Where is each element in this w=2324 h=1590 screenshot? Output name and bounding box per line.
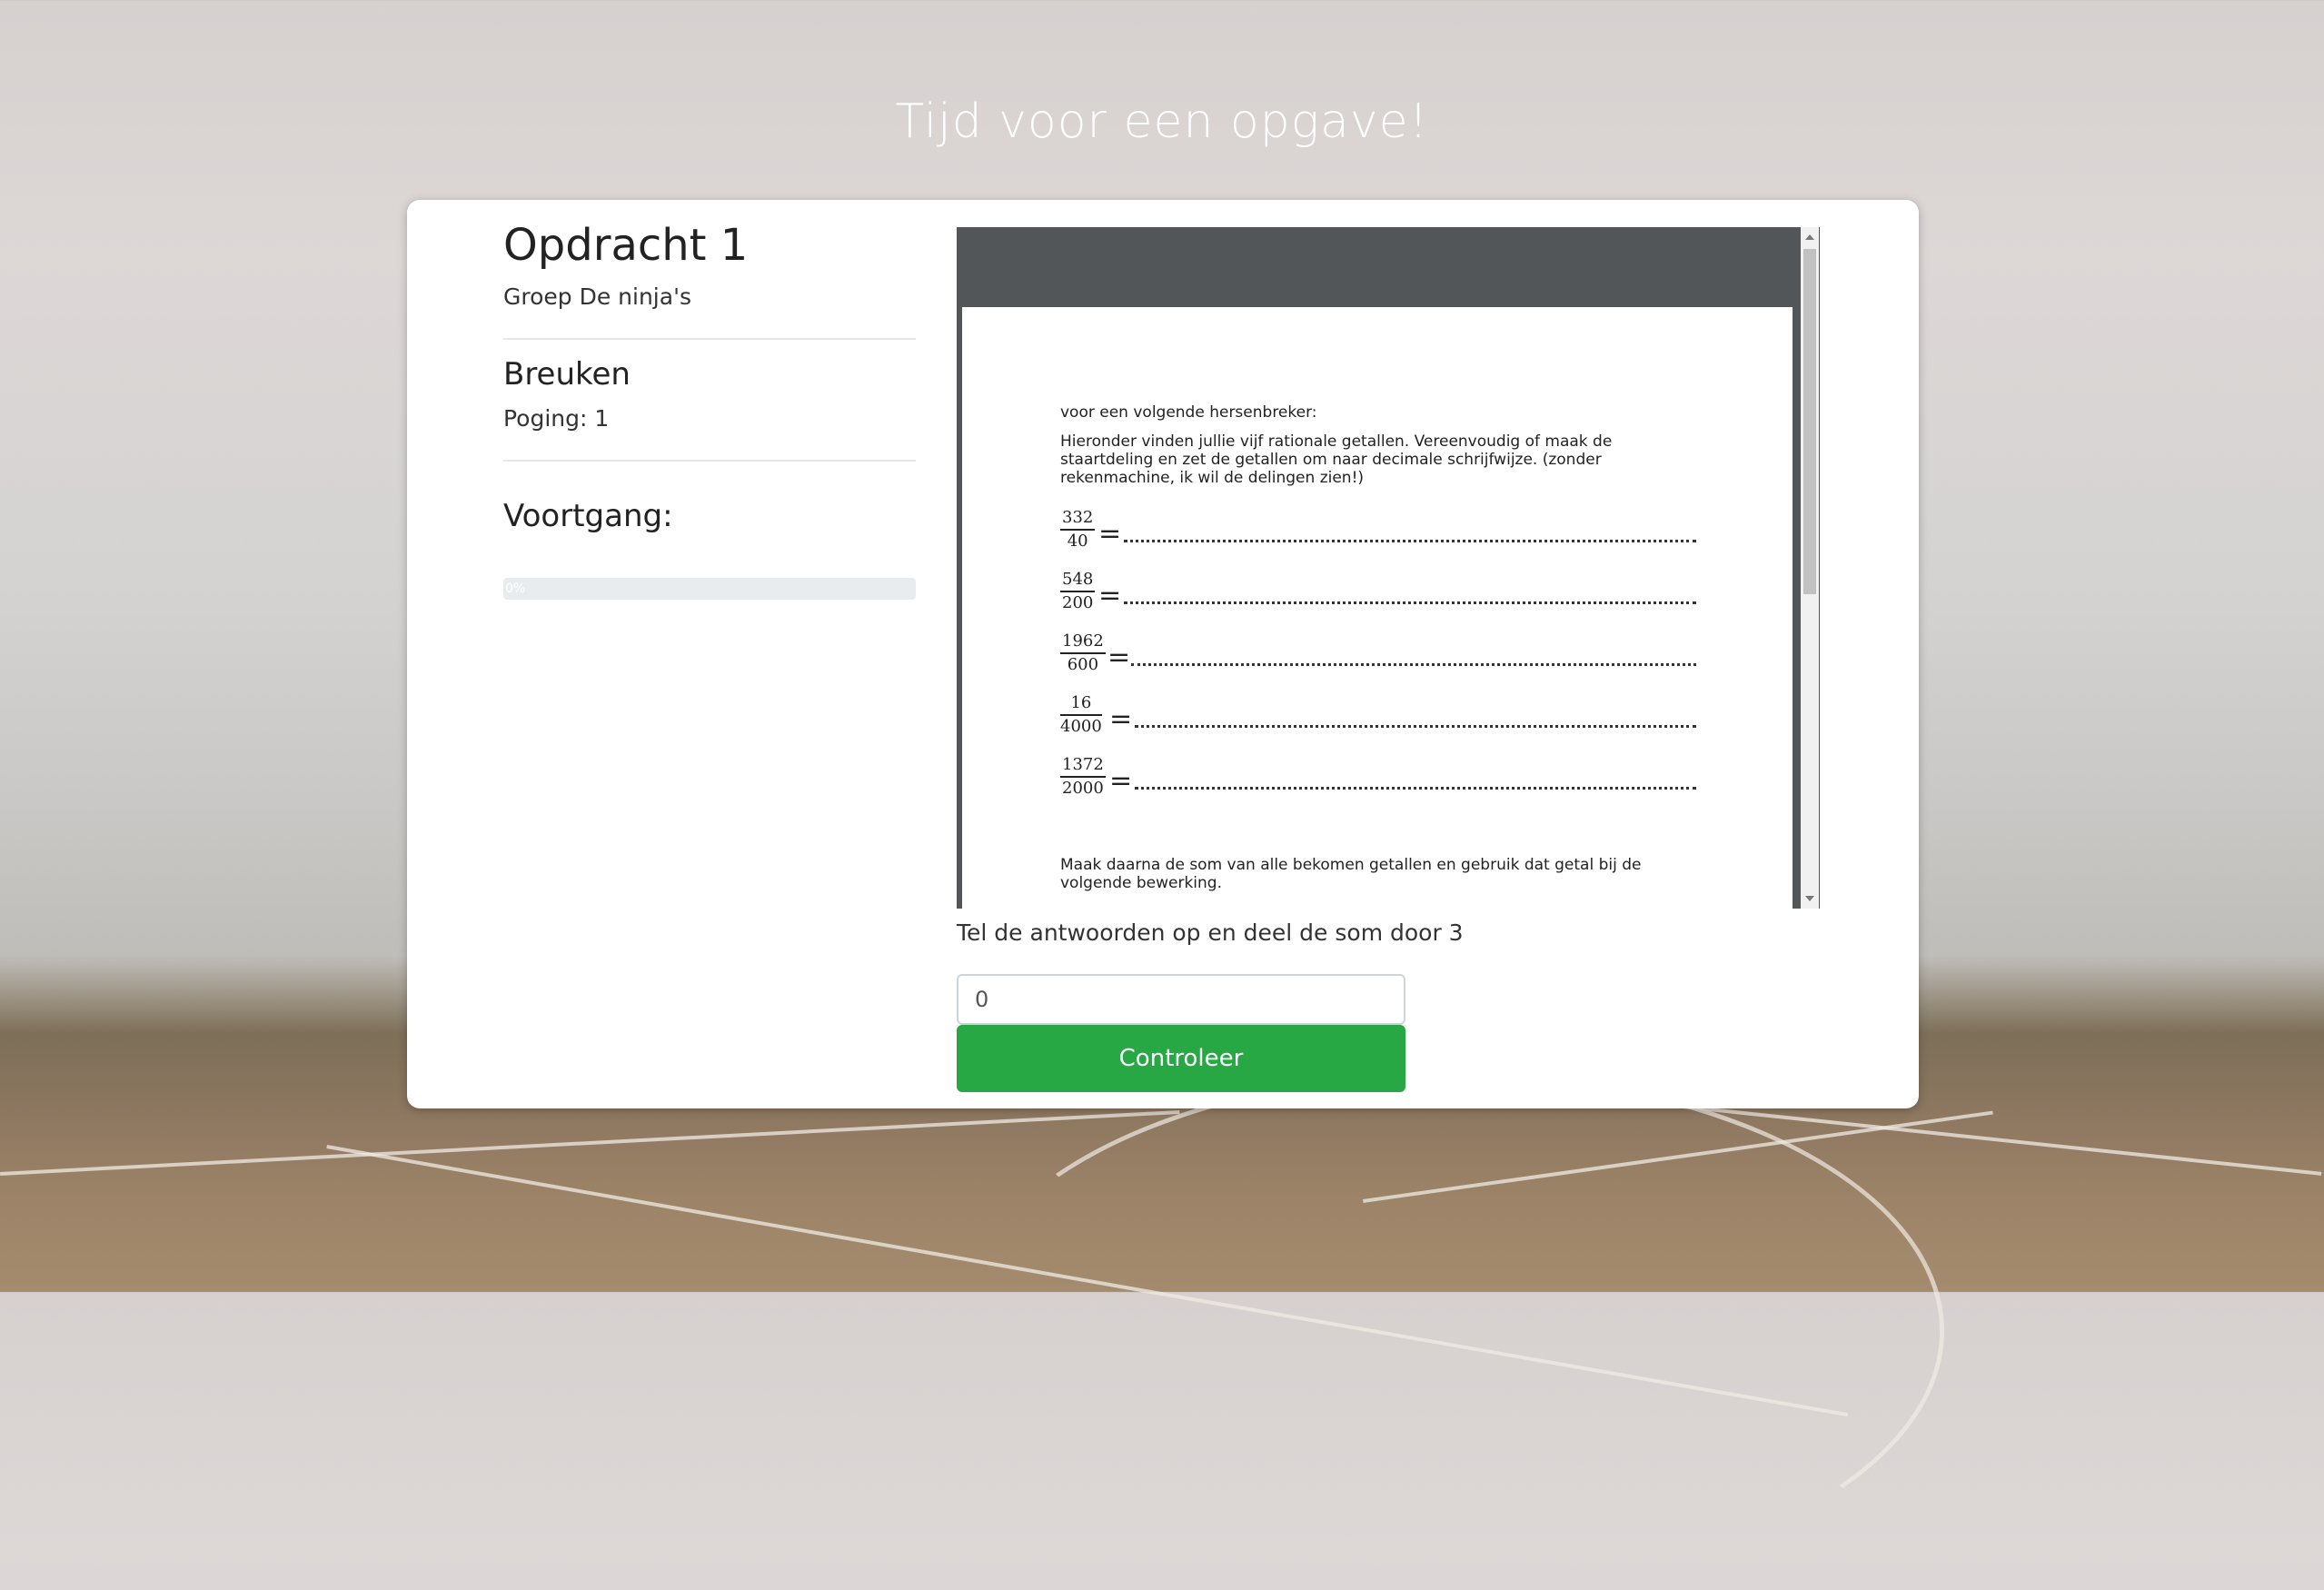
denominator: 600 [1067, 655, 1099, 674]
answer-dotted-line [1135, 787, 1696, 790]
answer-dotted-line [1124, 601, 1696, 604]
numerator: 548 [1060, 569, 1096, 592]
numerator: 1962 [1060, 631, 1106, 654]
court-line [0, 1109, 1180, 1176]
check-button[interactable]: Controleer [957, 1025, 1405, 1092]
fraction: 548 200 [1060, 569, 1096, 614]
fraction-row: 332 40 = [1060, 507, 1696, 558]
numerator: 332 [1060, 507, 1096, 531]
numerator: 1372 [1060, 754, 1106, 778]
progress-title: Voortgang: [503, 498, 673, 534]
fraction: 1962 600 [1060, 631, 1106, 676]
equals-sign: = [1098, 518, 1122, 550]
equals-sign: = [1109, 765, 1133, 797]
document-page: voor een volgende hersenbreker: Hieronde… [962, 307, 1793, 909]
fraction-row: 548 200 = [1060, 569, 1696, 620]
assignment-card: Opdracht 1 Groep De ninja's Breuken Pogi… [407, 200, 1919, 1108]
court-arc [954, 1072, 1944, 1590]
denominator: 40 [1067, 532, 1088, 551]
progress-bar: 0% [503, 578, 916, 600]
attempt-count: Poging: 1 [503, 405, 610, 432]
numerator: 16 [1060, 692, 1102, 716]
fraction: 16 4000 [1060, 692, 1102, 738]
divider [503, 338, 916, 340]
answer-input[interactable] [957, 974, 1405, 1025]
document-intro: voor een volgende hersenbreker: [1060, 403, 1317, 422]
fraction-row: 1372 2000 = [1060, 754, 1696, 805]
assignment-title: Opdracht 1 [503, 220, 749, 271]
answer-dotted-line [1131, 663, 1696, 666]
denominator: 2000 [1062, 779, 1104, 798]
fraction: 1372 2000 [1060, 754, 1106, 800]
progress-label: 0% [505, 581, 526, 596]
fraction-row: 16 4000 = [1060, 692, 1696, 743]
scroll-down-icon[interactable] [1805, 896, 1814, 901]
fraction: 332 40 [1060, 507, 1096, 552]
viewer-scrollbar[interactable] [1801, 227, 1819, 909]
document-instructions: Hieronder vinden jullie vijf rationale g… [1060, 432, 1613, 487]
equals-sign: = [1098, 580, 1122, 611]
subject-title: Breuken [503, 356, 631, 393]
equals-sign: = [1107, 641, 1131, 673]
fraction-row: 1962 600 = [1060, 631, 1696, 681]
scrollbar-thumb[interactable] [1803, 249, 1816, 594]
scroll-up-icon[interactable] [1805, 234, 1814, 240]
document-closing: Maak daarna de som van alle bekomen geta… [1060, 856, 1642, 892]
divider [503, 460, 916, 462]
page-heading: Tijd voor een opgave! [895, 94, 1429, 149]
answer-instruction: Tel de antwoorden op en deel de som door… [957, 919, 1464, 946]
answer-dotted-line [1135, 725, 1696, 728]
denominator: 200 [1062, 593, 1094, 612]
equals-sign: = [1109, 703, 1133, 735]
denominator: 4000 [1060, 717, 1102, 736]
group-name: Groep De ninja's [503, 283, 691, 310]
pdf-viewer[interactable]: voor een volgende hersenbreker: Hieronde… [957, 227, 1820, 909]
answer-dotted-line [1124, 540, 1696, 542]
